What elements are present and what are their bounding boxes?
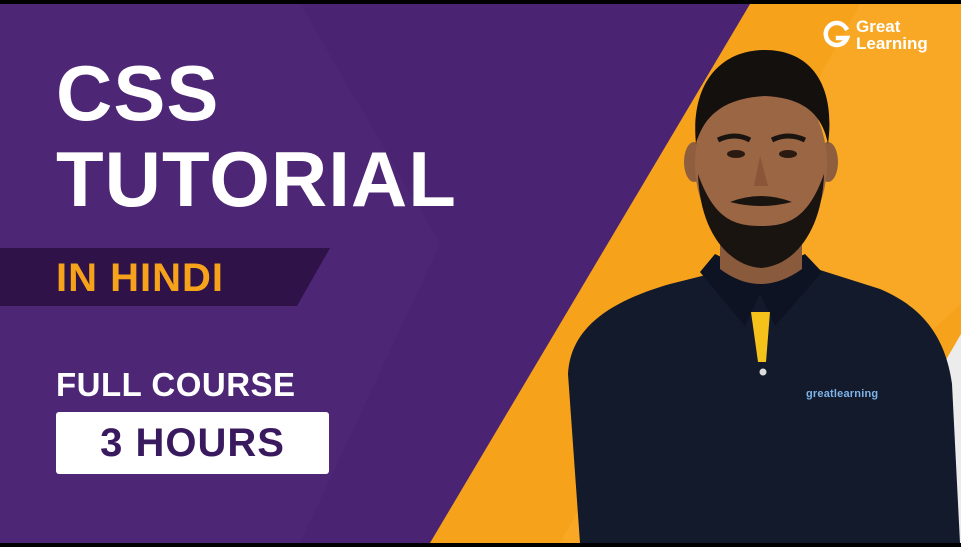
duration-badge: 3 HOURS — [56, 412, 329, 474]
duration-text: 3 HOURS — [100, 421, 285, 465]
video-thumbnail[interactable]: CSS TUTORIAL IN HINDI FULL COURSE 3 HOUR… — [0, 4, 961, 543]
title-tutorial: TUTORIAL — [56, 135, 457, 223]
course-label: FULL COURSE — [56, 366, 296, 403]
logo-text-line1: Great — [856, 17, 901, 36]
presenter-photo — [568, 50, 960, 543]
subtitle-in-hindi: IN HINDI — [56, 256, 224, 300]
shirt-brand-logo: greatlearning — [806, 388, 879, 400]
title-css: CSS — [56, 49, 220, 137]
